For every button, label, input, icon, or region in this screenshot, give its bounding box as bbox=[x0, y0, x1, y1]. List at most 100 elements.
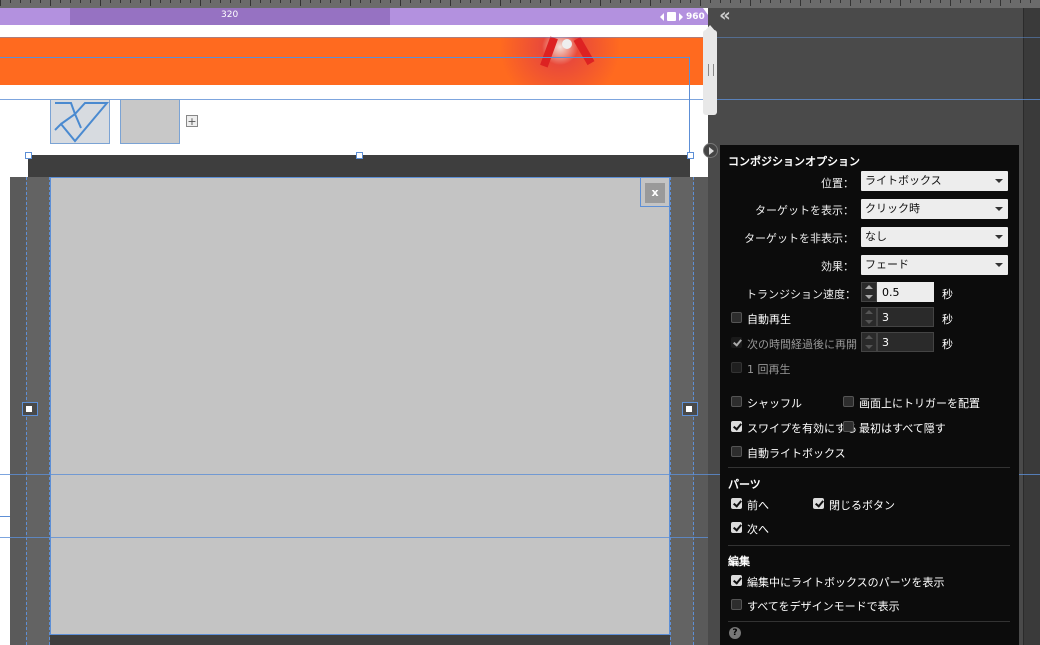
show-parts-checkbox[interactable] bbox=[731, 575, 742, 586]
show-target-select[interactable]: クリック時 bbox=[861, 199, 1008, 219]
canvas-scrollbar-thumb[interactable] bbox=[703, 30, 717, 115]
ruler-tick bbox=[700, 0, 701, 6]
breakpoint-handle-icon bbox=[667, 12, 676, 21]
ruler-tick bbox=[630, 0, 631, 3]
collapse-double-chevron-icon[interactable]: « bbox=[712, 6, 738, 26]
show-target-label: ターゲットを表示： bbox=[755, 204, 854, 217]
ruler-tick bbox=[460, 0, 461, 3]
ruler-tick bbox=[670, 0, 671, 3]
ruler-tick bbox=[350, 0, 351, 6]
position-label: 位置： bbox=[821, 177, 854, 190]
effect-value: フェード bbox=[865, 258, 909, 271]
resize-handle-top-right[interactable] bbox=[687, 152, 694, 159]
ruler-tick bbox=[530, 0, 531, 3]
ruler-tick bbox=[600, 0, 601, 6]
chevron-down-icon bbox=[995, 179, 1003, 183]
horizontal-ruler bbox=[0, 0, 1040, 8]
help-icon[interactable]: ? bbox=[729, 627, 741, 639]
lightbox-next-button[interactable] bbox=[682, 402, 698, 416]
ruler-tick bbox=[320, 0, 321, 3]
ruler-tick bbox=[170, 0, 171, 3]
show-parts-label: 編集中にライトボックスのパーツを表示 bbox=[747, 576, 945, 589]
ruler-tick bbox=[650, 0, 651, 6]
breakpoint-min-label: 320 bbox=[221, 10, 239, 20]
breakpoint-max-indicator[interactable]: 960 bbox=[660, 9, 705, 24]
resume-stepper[interactable] bbox=[861, 332, 877, 352]
autoplay-stepper[interactable] bbox=[861, 307, 877, 327]
next-arrow-icon bbox=[686, 406, 692, 412]
play-once-checkbox[interactable] bbox=[731, 362, 742, 373]
autoplay-checkbox[interactable] bbox=[731, 312, 742, 323]
transition-speed-input[interactable]: 0.5 bbox=[877, 282, 934, 302]
ruler-tick bbox=[640, 0, 641, 3]
add-trigger-button[interactable]: + bbox=[186, 115, 198, 127]
ruler-tick bbox=[430, 0, 431, 3]
ruler-tick bbox=[880, 0, 881, 3]
ruler-tick bbox=[840, 0, 841, 3]
close-part-checkbox[interactable] bbox=[813, 498, 824, 509]
thumbnail-trigger-2[interactable] bbox=[120, 99, 180, 144]
ruler-tick bbox=[80, 0, 81, 3]
ruler-tick bbox=[290, 0, 291, 3]
vertical-scroll-track[interactable] bbox=[1023, 8, 1040, 645]
design-mode-checkbox[interactable] bbox=[731, 599, 742, 610]
ruler-tick bbox=[200, 0, 201, 6]
autoplay-input[interactable]: 3 bbox=[877, 307, 934, 327]
resize-handle-top-left[interactable] bbox=[25, 152, 32, 159]
triggers-on-screen-checkbox[interactable] bbox=[843, 396, 854, 407]
panel-toggle-icon[interactable] bbox=[703, 143, 718, 158]
resume-checkbox[interactable] bbox=[731, 337, 742, 348]
position-select[interactable]: ライトボックス bbox=[861, 171, 1008, 191]
guide-line bbox=[0, 537, 708, 538]
effect-select[interactable]: フェード bbox=[861, 255, 1008, 275]
ruler-tick bbox=[210, 0, 211, 3]
ruler-tick bbox=[510, 0, 511, 3]
ruler-tick bbox=[710, 0, 711, 3]
ruler-tick bbox=[390, 0, 391, 3]
triggers-on-screen-label: 画面上にトリガーを配置 bbox=[859, 397, 980, 410]
ruler-tick bbox=[990, 0, 991, 3]
ruler-tick bbox=[610, 0, 611, 3]
enable-swipe-checkbox[interactable] bbox=[731, 421, 742, 432]
ruler-tick bbox=[860, 0, 861, 3]
ruler-tick bbox=[890, 0, 891, 3]
ruler-tick bbox=[560, 0, 561, 3]
ruler-tick bbox=[30, 0, 31, 3]
resume-unit: 秒 bbox=[942, 338, 953, 351]
ruler-tick bbox=[360, 0, 361, 3]
ruler-tick bbox=[490, 0, 491, 3]
hide-target-select[interactable]: なし bbox=[861, 227, 1008, 247]
ruler-tick bbox=[50, 0, 51, 6]
ruler-tick bbox=[930, 0, 931, 3]
ruler-tick bbox=[180, 0, 181, 3]
resize-handle-top-center[interactable] bbox=[356, 152, 363, 159]
editing-section-title: 編集 bbox=[728, 555, 750, 568]
hide-all-initially-checkbox[interactable] bbox=[843, 421, 854, 432]
thumbnail-trigger-1[interactable] bbox=[50, 99, 110, 144]
ruler-tick bbox=[260, 0, 261, 3]
chevron-down-icon bbox=[995, 235, 1003, 239]
lightbox-close-button[interactable]: x bbox=[645, 183, 665, 203]
ruler-tick bbox=[720, 0, 721, 3]
lightbox-prev-button[interactable] bbox=[22, 402, 38, 416]
auto-lightbox-checkbox[interactable] bbox=[731, 446, 742, 457]
ruler-tick bbox=[90, 0, 91, 3]
ruler-tick bbox=[780, 0, 781, 3]
resume-input[interactable]: 3 bbox=[877, 332, 934, 352]
shuffle-label: シャッフル bbox=[747, 397, 802, 410]
ruler-tick bbox=[340, 0, 341, 3]
show-target-value: クリック時 bbox=[865, 202, 920, 215]
next-part-checkbox[interactable] bbox=[731, 522, 742, 533]
stepper-down-icon bbox=[865, 320, 873, 324]
play-once-label: 1 回再生 bbox=[747, 363, 791, 376]
ruler-tick bbox=[1000, 0, 1001, 6]
transition-speed-stepper[interactable] bbox=[861, 282, 877, 302]
shuffle-checkbox[interactable] bbox=[731, 396, 742, 407]
hide-target-value: なし bbox=[865, 230, 887, 243]
ruler-tick bbox=[130, 0, 131, 3]
ruler-tick bbox=[420, 0, 421, 3]
stepper-down-icon bbox=[865, 295, 873, 299]
prev-part-checkbox[interactable] bbox=[731, 498, 742, 509]
lightbox-content-area[interactable] bbox=[50, 177, 670, 635]
parts-section-title: パーツ bbox=[728, 478, 761, 491]
